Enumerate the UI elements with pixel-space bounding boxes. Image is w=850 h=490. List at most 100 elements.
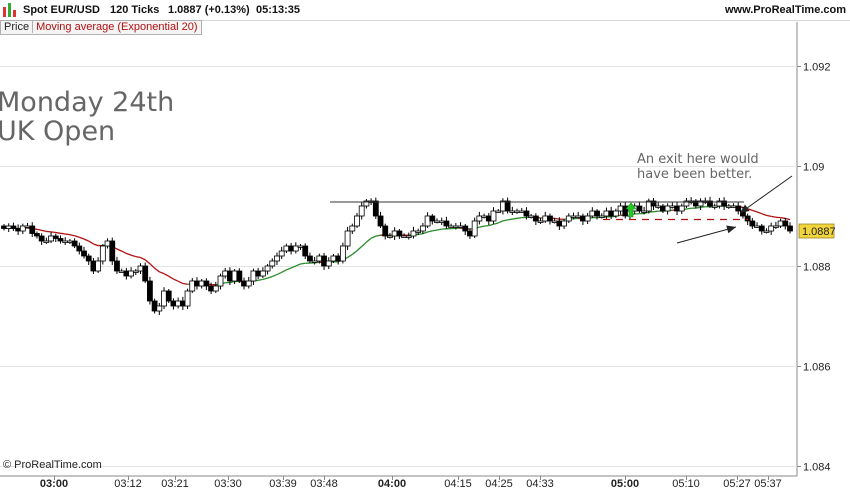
candle-body	[547, 215, 553, 222]
ema-segment	[140, 256, 146, 261]
candle	[255, 267, 262, 279]
y-tick-label: 1.092	[803, 62, 831, 74]
candle	[372, 197, 379, 219]
candle-body	[179, 300, 186, 307]
candle-body	[241, 280, 247, 287]
candle-body	[452, 225, 459, 228]
price-chart[interactable]: 1.084 1.086 1.088 1.09 1.092 1.0887 03:00 03:1…	[0, 0, 850, 490]
candle-body	[570, 215, 577, 218]
candle-body	[735, 205, 742, 212]
candle	[349, 223, 356, 234]
ema-segment	[700, 206, 706, 209]
ema-segment	[761, 213, 767, 216]
candle-body	[85, 255, 92, 262]
ema-segment	[347, 253, 353, 258]
candle-body	[758, 225, 765, 232]
candle-body	[405, 235, 412, 238]
ema-segment	[154, 267, 160, 273]
ema-segment	[653, 210, 659, 213]
candle	[401, 233, 407, 238]
candle-body	[161, 290, 167, 307]
candle	[396, 229, 403, 239]
candle	[669, 202, 676, 209]
ema-segment	[50, 231, 56, 234]
candle-body	[132, 270, 139, 273]
candle	[354, 212, 360, 228]
candle-body	[542, 215, 549, 222]
candle-body	[339, 245, 346, 262]
candle	[203, 278, 210, 290]
candle	[123, 267, 130, 280]
candle	[57, 235, 64, 244]
ema-segment	[295, 263, 301, 267]
candle-body	[114, 260, 120, 272]
candle	[62, 237, 69, 245]
candle-body	[307, 255, 313, 262]
ema-segment	[144, 259, 151, 265]
x-tick-label: 03:12	[114, 478, 142, 490]
ema-segment	[36, 228, 42, 232]
candle-body	[660, 205, 666, 212]
candle-body	[448, 225, 455, 228]
candle-body	[99, 245, 106, 262]
candle	[664, 203, 671, 215]
candle	[48, 231, 54, 243]
candle-body	[227, 270, 233, 282]
candle	[147, 276, 153, 305]
candle-body	[123, 270, 130, 277]
candle-body	[655, 205, 662, 208]
candle-body	[514, 210, 520, 213]
candle	[434, 218, 440, 224]
legend-price[interactable]: Price	[1, 21, 34, 33]
candle-body	[598, 215, 605, 218]
arrow-head	[726, 225, 736, 234]
candle	[504, 197, 511, 214]
candle	[617, 202, 624, 215]
candle	[584, 212, 591, 224]
ema-segment	[258, 278, 263, 281]
candle	[90, 257, 97, 274]
candle-body	[537, 220, 544, 223]
candle-body	[175, 300, 182, 307]
candle	[702, 197, 709, 204]
candle-body	[62, 240, 69, 243]
instrument-name: Spot EUR/USD	[23, 4, 100, 16]
ema-segment	[351, 250, 358, 255]
candle-body	[189, 280, 196, 292]
candle-body	[377, 215, 384, 227]
candle	[118, 268, 125, 273]
candle	[292, 242, 299, 254]
candle	[222, 267, 229, 279]
candle-body	[297, 245, 304, 248]
candle-body	[212, 285, 219, 292]
ema-segment	[281, 269, 287, 273]
exit-annotation: An exit here would have been better.	[637, 152, 759, 182]
candle-body	[264, 265, 271, 272]
candle	[438, 217, 445, 225]
candle	[485, 212, 492, 225]
candle-body	[217, 275, 224, 287]
candle	[24, 222, 31, 228]
ema-segment	[418, 232, 423, 236]
website-link[interactable]: www.ProRealTime.com	[725, 4, 846, 16]
ema-segment	[686, 207, 692, 210]
candle	[730, 203, 737, 208]
candle	[189, 277, 196, 293]
candle-body	[476, 215, 483, 222]
legend-moving-average[interactable]: Moving average (Exponential 20)	[33, 21, 200, 33]
candle-body	[711, 205, 718, 208]
candle-body	[81, 250, 87, 257]
candle-body	[203, 280, 210, 287]
ema-segment	[695, 206, 701, 209]
ema-segment	[479, 225, 485, 228]
chart-legend[interactable]: Price Moving average (Exponential 20)	[0, 20, 202, 35]
candle-body	[589, 210, 596, 217]
candle	[76, 242, 83, 255]
candle	[603, 207, 610, 220]
candle	[499, 198, 506, 215]
ema-segment	[267, 275, 273, 279]
candle	[405, 232, 412, 240]
candle-body	[725, 205, 732, 208]
candle-body	[283, 245, 290, 252]
x-axis: 03:00 03:12 03:21 03:30 03:39 03:48 04:00 04:15…	[40, 476, 782, 490]
